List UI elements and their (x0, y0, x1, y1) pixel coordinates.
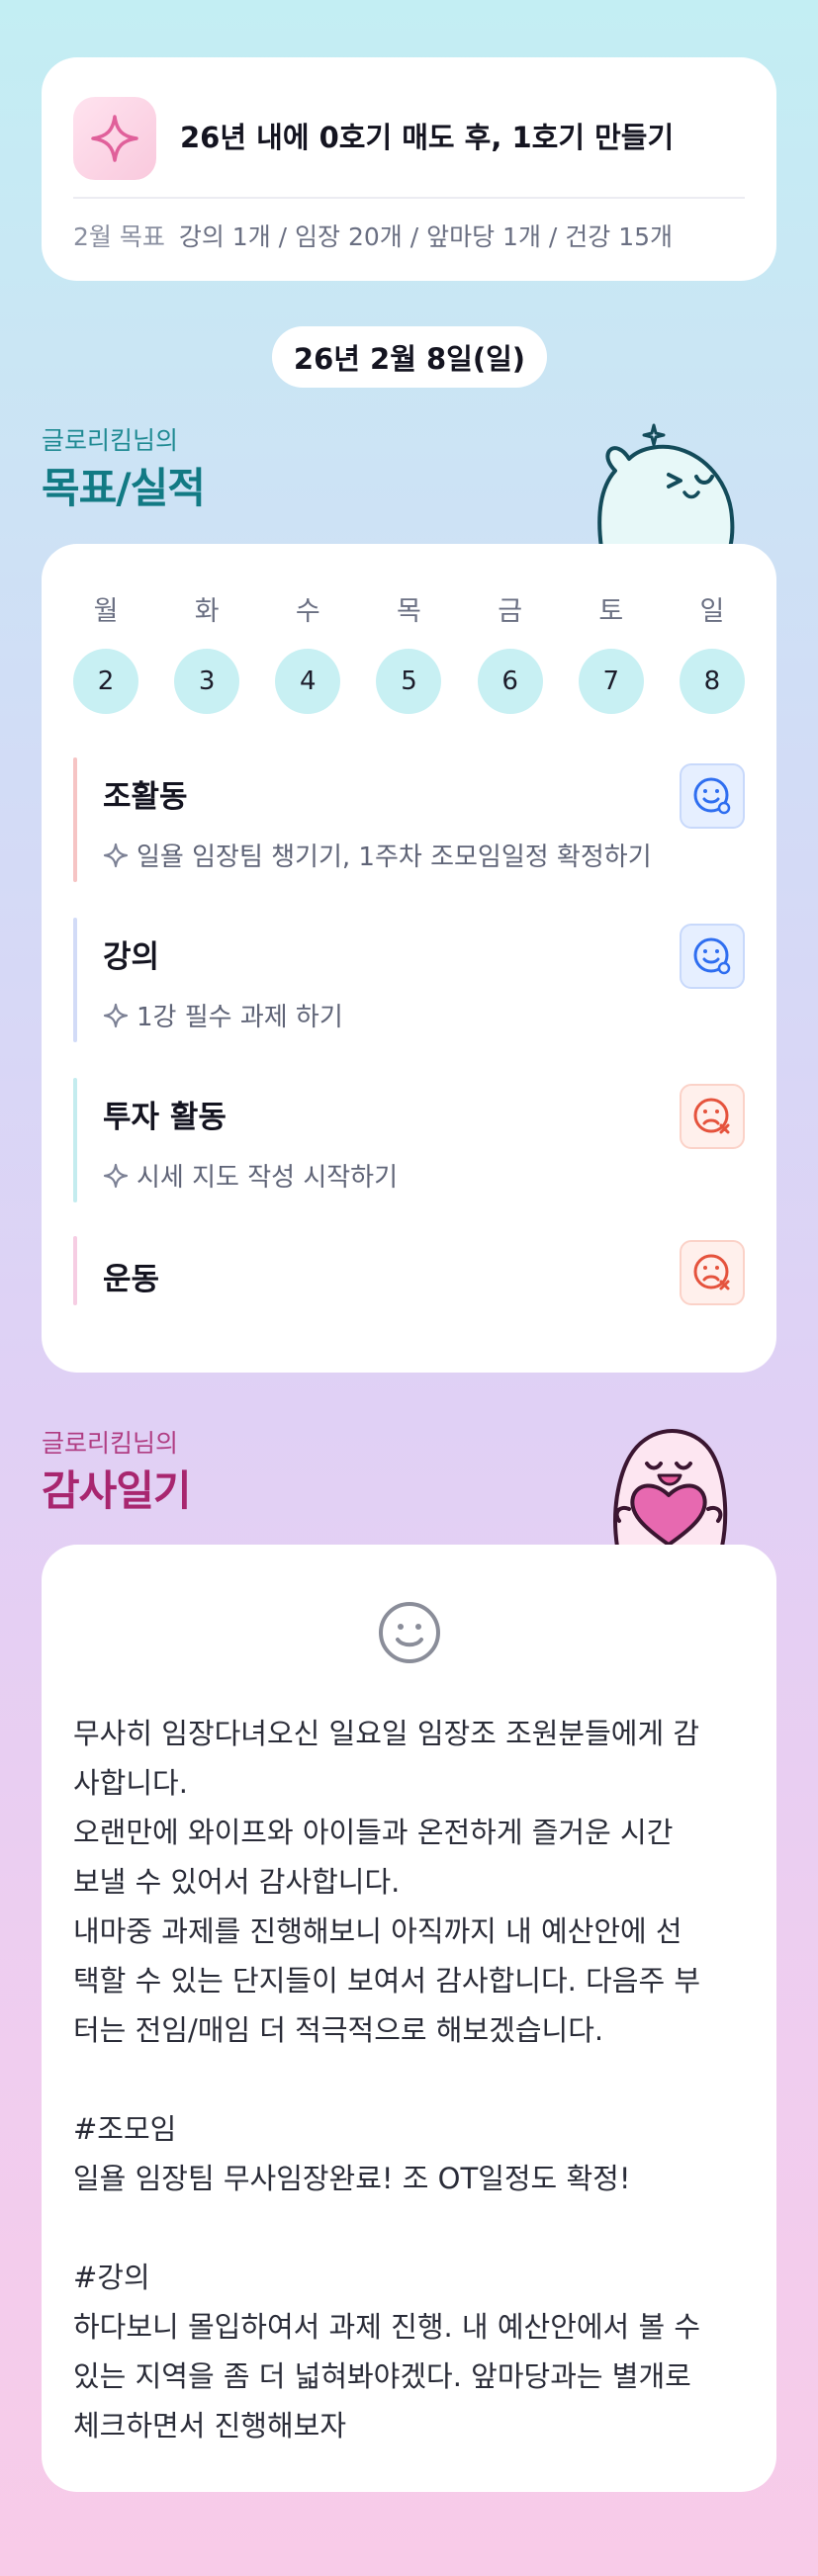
sad-status-icon[interactable] (680, 1240, 745, 1305)
weekday-row: 월 화 수 목 금 토 일 (73, 589, 745, 628)
date-circle[interactable]: 7 (578, 649, 644, 714)
date-circle[interactable]: 2 (73, 649, 138, 714)
date-circle[interactable]: 5 (376, 649, 442, 714)
plan-section-subtitle: 글로리킴님의 (42, 426, 179, 455)
month-goal-items: 강의 1개 / 임장 20개 / 앞마당 1개 / 건강 15개 (178, 222, 674, 251)
weekday-label: 토 (598, 596, 624, 627)
divider (73, 197, 745, 199)
month-goal-label: 2월 목표 (73, 222, 165, 251)
weekday-label: 화 (194, 596, 220, 627)
mascot-heart-icon (613, 1429, 728, 1547)
date-circle[interactable]: 8 (679, 649, 745, 714)
sparkle-small-icon (103, 843, 129, 867)
activity-bar (73, 918, 77, 1042)
weekday-label: 금 (498, 596, 523, 627)
month-goal: 2월 목표 강의 1개 / 임장 20개 / 앞마당 1개 / 건강 15개 (73, 218, 673, 253)
activity-detail-text: 1강 필수 과제 하기 (136, 1003, 343, 1032)
activity-bar (73, 1078, 77, 1202)
sparkle-small-icon (103, 1003, 129, 1027)
date-circle[interactable]: 4 (275, 649, 341, 714)
smile-status-icon[interactable] (680, 924, 745, 989)
weekday-label: 월 (93, 596, 119, 627)
activity-title: 조활동 (103, 779, 188, 815)
activity-detail-text: 일욜 임장팀 챙기기, 1주차 조모임일정 확정하기 (136, 843, 652, 872)
activity-detail: 1강 필수 과제 하기 (103, 997, 343, 1033)
sad-status-icon[interactable] (680, 1084, 745, 1149)
date-row: 2 3 4 5 6 7 8 (73, 649, 745, 714)
date-circle[interactable]: 6 (477, 649, 543, 714)
goal-title: 26년 내에 0호기 매도 후, 1호기 만들기 (180, 121, 675, 154)
sparkle-small-icon (103, 1163, 129, 1188)
activity-bar (73, 1236, 77, 1305)
smile-status-icon[interactable] (680, 763, 745, 829)
activity-detail: 시세 지도 작성 시작하기 (103, 1157, 398, 1194)
activity-title: 운동 (103, 1262, 160, 1297)
plan-section-title: 목표/실적 (42, 464, 206, 512)
mascot-waving-icon (597, 423, 735, 548)
activity-item[interactable]: 운동 (73, 1236, 745, 1315)
activity-detail: 일욜 임장팀 챙기기, 1주차 조모임일정 확정하기 (103, 837, 652, 873)
weekday-label: 일 (699, 596, 725, 627)
weekday-label: 목 (397, 596, 421, 627)
activity-title: 투자 활동 (103, 1100, 227, 1135)
activity-item[interactable]: 조활동 일욜 임장팀 챙기기, 1주차 조모임일정 확정하기 (73, 757, 745, 886)
activity-item[interactable]: 강의 1강 필수 과제 하기 (73, 918, 745, 1046)
sparkle-icon (73, 97, 156, 180)
gratitude-diary-card: 무사히 임장다녀오신 일요일 임장조 조원분들에게 감 사합니다. 오랜만에 와… (42, 1545, 776, 2492)
goal-card: 26년 내에 0호기 매도 후, 1호기 만들기 2월 목표 강의 1개 / 임장… (42, 57, 776, 281)
date-circle[interactable]: 3 (174, 649, 240, 714)
diary-text: 무사히 임장다녀오신 일요일 임장조 조원분들에게 감 사합니다. 오랜만에 와… (73, 1717, 701, 2443)
diary-section-subtitle: 글로리킴님의 (42, 1429, 179, 1458)
date-pill[interactable]: 26년 2월 8일(일) (272, 326, 547, 388)
goals-card: 월 화 수 목 금 토 일 2 3 4 5 6 7 8 조활동 일욜 임장팀 챙… (42, 544, 776, 1373)
weekday-label: 수 (295, 596, 320, 627)
activity-title: 강의 (103, 939, 160, 975)
diary-section-title: 감사일기 (42, 1466, 192, 1515)
activity-bar (73, 757, 77, 882)
smile-icon (379, 1602, 440, 1663)
activity-item[interactable]: 투자 활동 시세 지도 작성 시작하기 (73, 1078, 745, 1206)
activity-detail-text: 시세 지도 작성 시작하기 (136, 1163, 398, 1193)
